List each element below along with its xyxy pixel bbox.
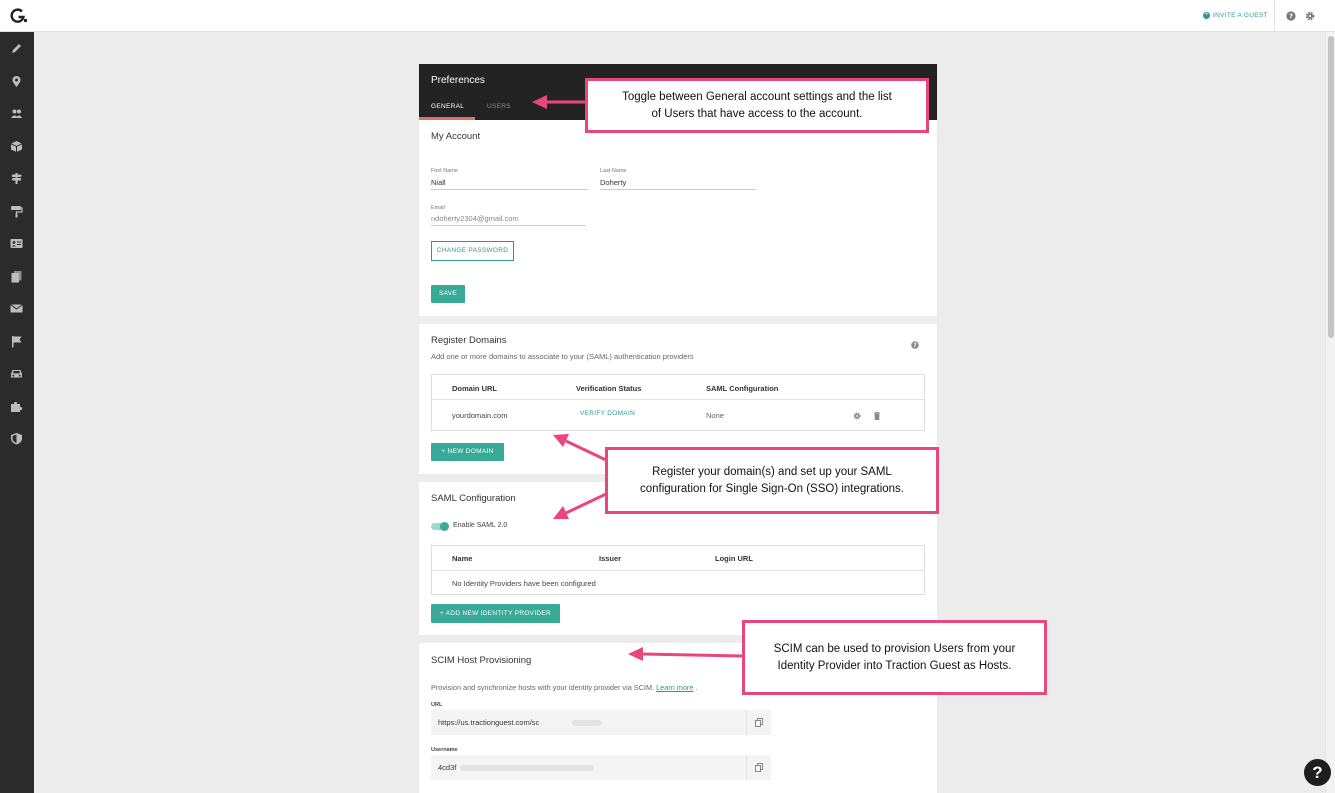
id-card-icon[interactable]: [10, 237, 23, 250]
tabs-callout: Toggle between General account settings …: [585, 78, 929, 133]
last-name-underline: [600, 189, 756, 190]
help-icon[interactable]: ?: [911, 341, 919, 349]
col-verification-status: Verification Status: [576, 384, 642, 393]
package-icon[interactable]: [10, 140, 23, 153]
invite-guest-label: INVITE A GUEST: [1213, 12, 1268, 19]
domains-table: Domain URL Verification Status SAML Conf…: [431, 374, 925, 431]
gear-icon[interactable]: [1305, 11, 1315, 21]
svg-text:?: ?: [1289, 12, 1293, 20]
email-field: ndoherty2304@gmail.com: [431, 214, 519, 223]
col-saml-configuration: SAML Configuration: [706, 384, 779, 393]
identity-providers-table: Name Issuer Login URL No Identity Provid…: [431, 545, 925, 595]
documents-icon[interactable]: [10, 270, 23, 283]
register-domains-title: Register Domains: [431, 335, 507, 346]
tabs-callout-line-2: of Users that have access to the account…: [651, 107, 863, 120]
signpost-icon[interactable]: [10, 172, 23, 185]
domains-callout-line-1: Register your domain(s) and set up your …: [652, 465, 892, 478]
tab-users[interactable]: USERS: [487, 103, 511, 110]
verify-domain-link[interactable]: VERIFY DOMAIN: [580, 410, 635, 417]
scim-callout-line-2: Identity Provider into Traction Guest as…: [777, 659, 1012, 672]
pencil-icon[interactable]: [10, 42, 23, 55]
invite-guest-button[interactable]: + INVITE A GUEST: [1203, 12, 1268, 19]
svg-text:?: ?: [913, 342, 917, 349]
register-domains-description: Add one or more domains to associate to …: [431, 352, 694, 361]
domains-callout-line-2: configuration for Single Sign-On (SSO) i…: [640, 482, 904, 495]
col-domain-url: Domain URL: [452, 384, 497, 393]
redacted-text: [572, 720, 602, 726]
domain-url-cell: yourdomain.com: [452, 411, 508, 420]
last-name-label: Last Name: [600, 168, 627, 174]
table-divider: [432, 570, 924, 571]
email-underline: [431, 225, 586, 226]
scim-url-field: https://us.tractionguest.com/sc: [431, 710, 771, 735]
scim-url-value: https://us.tractionguest.com/sc: [438, 718, 540, 727]
scrollbar[interactable]: [1325, 32, 1335, 793]
learn-more-suffix: .: [695, 683, 698, 692]
my-account-panel: My Account First Name Niall Last Name Do…: [419, 120, 937, 316]
trash-icon[interactable]: [874, 412, 880, 420]
field-divider: [746, 755, 747, 780]
tabs-callout-line-1: Toggle between General account settings …: [622, 90, 892, 103]
email-label: Email: [431, 205, 445, 211]
flag-icon[interactable]: [10, 335, 23, 348]
gear-icon[interactable]: [853, 412, 861, 420]
envelope-icon[interactable]: [10, 302, 23, 315]
scim-callout-line-1: SCIM can be used to provision Users from…: [773, 642, 1016, 655]
toggle-knob[interactable]: [440, 522, 449, 531]
scim-callout: SCIM can be used to provision Users from…: [742, 620, 1047, 695]
table-divider: [432, 399, 924, 400]
help-chat-button[interactable]: ?: [1304, 759, 1331, 786]
car-icon[interactable]: [10, 367, 23, 380]
url-label: URL: [431, 702, 443, 708]
scim-description: Provision and synchronize hosts with you…: [431, 683, 697, 692]
save-button[interactable]: SAVE: [431, 285, 465, 303]
scim-title: SCIM Host Provisioning: [431, 655, 532, 666]
field-divider: [746, 710, 747, 735]
copy-icon[interactable]: [755, 718, 763, 727]
empty-providers-message: No Identity Providers have been configur…: [452, 579, 596, 588]
saml-config-cell: None: [706, 411, 724, 420]
help-icon[interactable]: ?: [1286, 11, 1296, 21]
add-identity-provider-button[interactable]: + ADD NEW IDENTITY PROVIDER: [431, 604, 560, 623]
scrollbar-thumb[interactable]: [1328, 36, 1334, 338]
top-bar: + INVITE A GUEST ?: [0, 0, 1335, 32]
app-logo-icon[interactable]: [10, 8, 28, 24]
saml-configuration-title: SAML Configuration: [431, 493, 516, 504]
sidebar: [0, 32, 34, 793]
domains-callout: Register your domain(s) and set up your …: [605, 447, 939, 514]
change-password-button[interactable]: CHANGE PASSWORD: [431, 241, 514, 261]
shield-icon[interactable]: [10, 432, 23, 445]
enable-saml-label: Enable SAML 2.0: [453, 522, 508, 529]
first-name-label: First Name: [431, 168, 458, 174]
topbar-divider: [1274, 0, 1275, 32]
page-title: Preferences: [431, 75, 485, 86]
tab-general[interactable]: GENERAL: [431, 103, 464, 110]
my-account-title: My Account: [431, 131, 481, 142]
location-pin-icon[interactable]: [10, 75, 23, 88]
col-issuer: Issuer: [599, 554, 622, 563]
scim-username-field: 4cd3f: [431, 755, 771, 780]
col-name: Name: [452, 554, 473, 563]
username-label: Username: [431, 747, 458, 753]
puzzle-piece-icon[interactable]: [10, 400, 23, 413]
scim-username-value: 4cd3f: [438, 763, 457, 772]
redacted-text: [460, 765, 594, 771]
last-name-field[interactable]: Doherty: [600, 178, 626, 187]
scim-description-text: Provision and synchronize hosts with you…: [431, 683, 655, 692]
copy-icon[interactable]: [755, 763, 763, 772]
users-icon[interactable]: [10, 107, 23, 120]
new-domain-button[interactable]: + NEW DOMAIN: [431, 443, 504, 461]
col-login-url: Login URL: [715, 554, 753, 563]
first-name-underline: [431, 189, 588, 190]
paint-roller-icon[interactable]: [10, 205, 23, 218]
first-name-field[interactable]: Niall: [431, 178, 446, 187]
learn-more-link[interactable]: Learn more: [656, 683, 693, 692]
plus-circle-icon: +: [1203, 12, 1210, 19]
